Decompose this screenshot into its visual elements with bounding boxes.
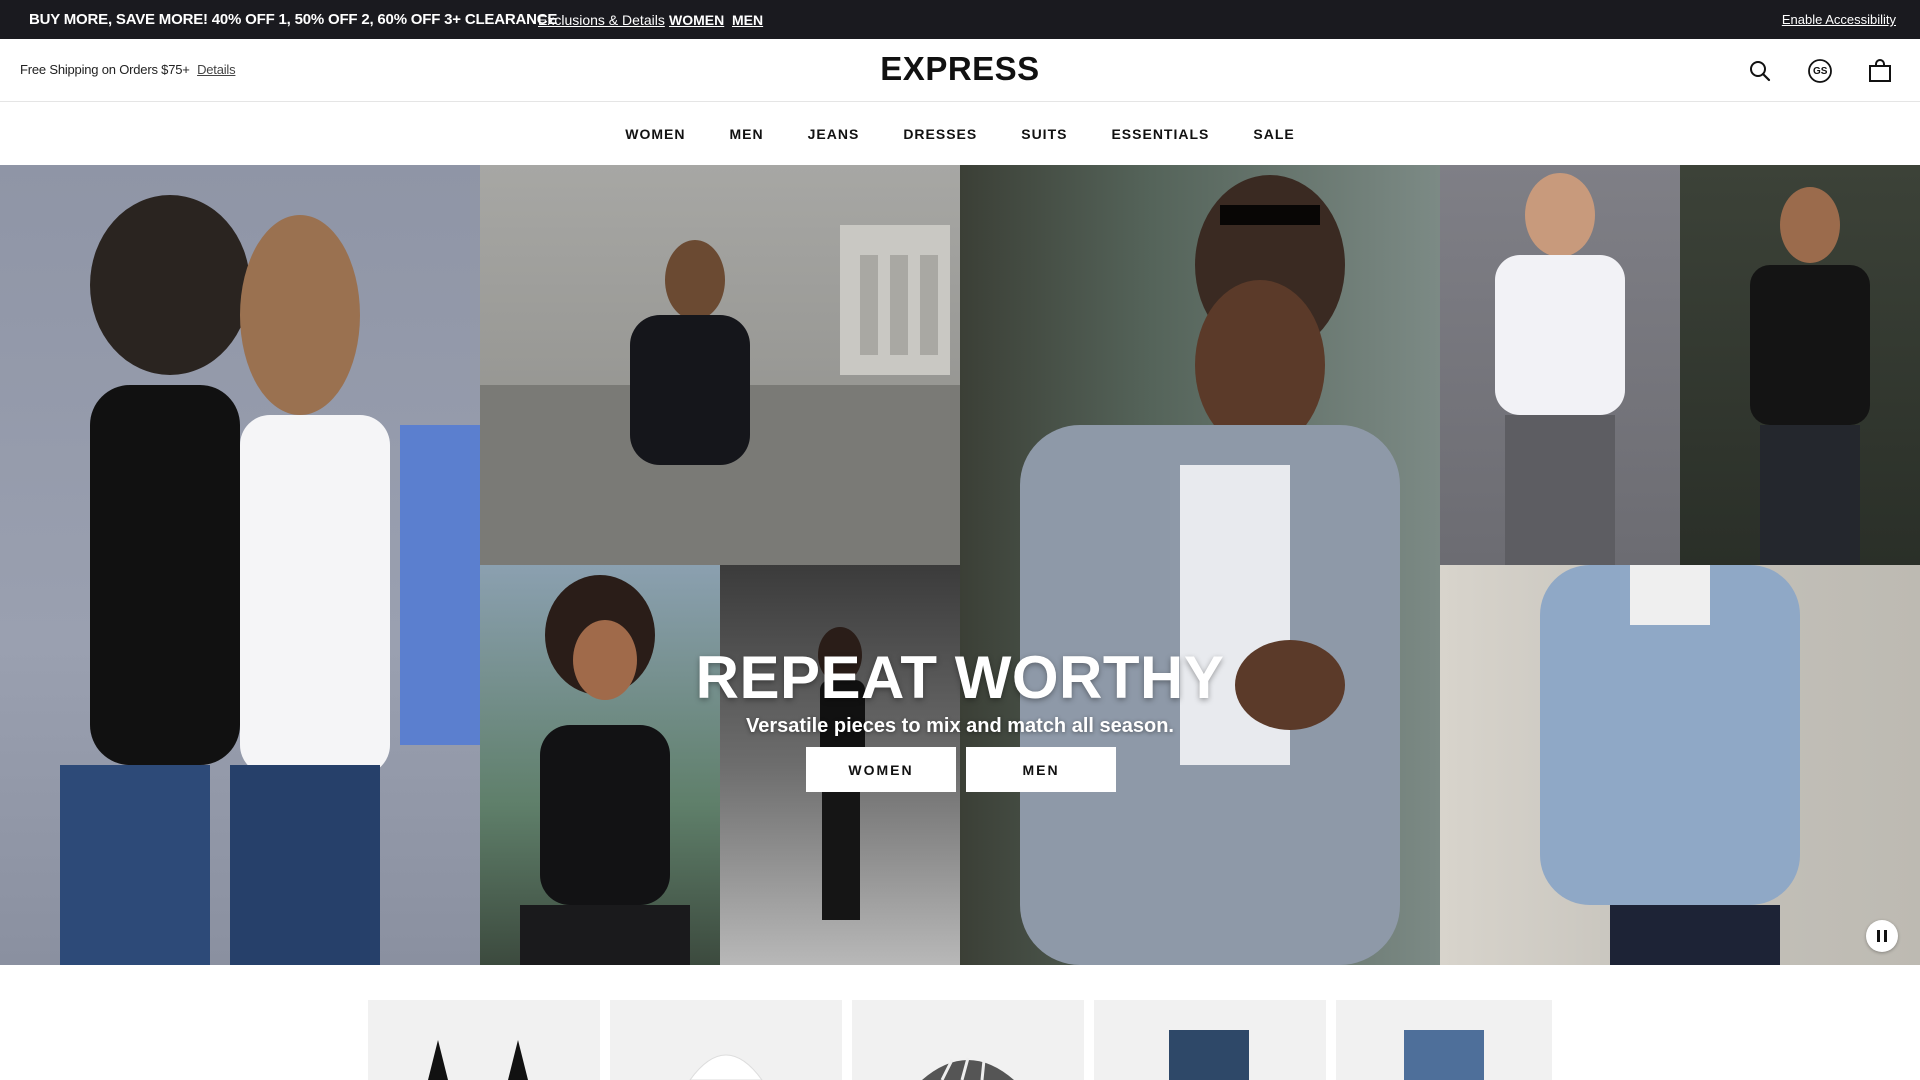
gift-card-icon[interactable]: GS <box>1806 57 1834 85</box>
nav-item-dresses[interactable]: DRESSES <box>903 126 977 142</box>
shipping-text: Free Shipping on Orders $75+ <box>20 62 190 77</box>
nav-item-essentials[interactable]: ESSENTIALS <box>1111 126 1209 142</box>
promo-bar: BUY MORE, SAVE MORE! 40% OFF 1, 50% OFF … <box>0 0 1920 39</box>
product-carousel <box>0 965 1920 1080</box>
enable-accessibility-link[interactable]: Enable Accessibility <box>1782 12 1896 27</box>
product-card[interactable] <box>852 1000 1084 1080</box>
hero-men-button[interactable]: MEN <box>966 747 1116 792</box>
nav-item-jeans[interactable]: JEANS <box>808 126 860 142</box>
hero-photo-man-polo <box>1440 565 1920 965</box>
nav-item-men[interactable]: MEN <box>730 126 764 142</box>
hero-women-button[interactable]: WOMEN <box>806 747 956 792</box>
pause-icon[interactable] <box>1866 920 1898 952</box>
promo-men-link[interactable]: MEN <box>732 12 763 28</box>
exclusions-details-link[interactable]: Exclusions & Details <box>538 12 665 28</box>
nav-item-suits[interactable]: SUITS <box>1021 126 1067 142</box>
shipping-details-link[interactable]: Details <box>197 62 236 77</box>
search-icon[interactable] <box>1746 57 1774 85</box>
hero-banner[interactable]: REPEAT WORTHY Versatile pieces to mix an… <box>0 165 1920 965</box>
hero-subtitle: Versatile pieces to mix and match all se… <box>746 715 1174 737</box>
hero-photo-man-tee <box>1440 165 1680 565</box>
site-header: Free Shipping on Orders $75+ Details EXP… <box>0 39 1920 102</box>
shipping-message: Free Shipping on Orders $75+ Details <box>20 62 236 77</box>
product-card[interactable] <box>1336 1000 1552 1080</box>
shopping-bag-icon[interactable] <box>1866 57 1894 85</box>
hero-photo-man-plaid <box>960 165 1440 965</box>
promo-text: BUY MORE, SAVE MORE! 40% OFF 1, 50% OFF … <box>29 11 558 28</box>
gs-label: GS <box>1813 66 1828 77</box>
product-card[interactable] <box>368 1000 600 1080</box>
main-nav: WOMEN MEN JEANS DRESSES SUITS ESSENTIALS… <box>0 102 1920 165</box>
hero-photo-woman-cami <box>480 565 720 965</box>
hero-title: REPEAT WORTHY <box>695 644 1225 711</box>
hero-photo-man-black <box>1680 165 1920 565</box>
product-card[interactable] <box>610 1000 842 1080</box>
hero-photo-women-jeans <box>0 165 480 965</box>
express-logo[interactable]: EXPRESS <box>880 50 1039 88</box>
hero-photo-woman-sitting <box>480 165 960 565</box>
promo-women-link[interactable]: WOMEN <box>669 12 724 28</box>
product-card[interactable] <box>1094 1000 1326 1080</box>
nav-item-women[interactable]: WOMEN <box>625 126 685 142</box>
nav-item-sale[interactable]: SALE <box>1253 126 1294 142</box>
